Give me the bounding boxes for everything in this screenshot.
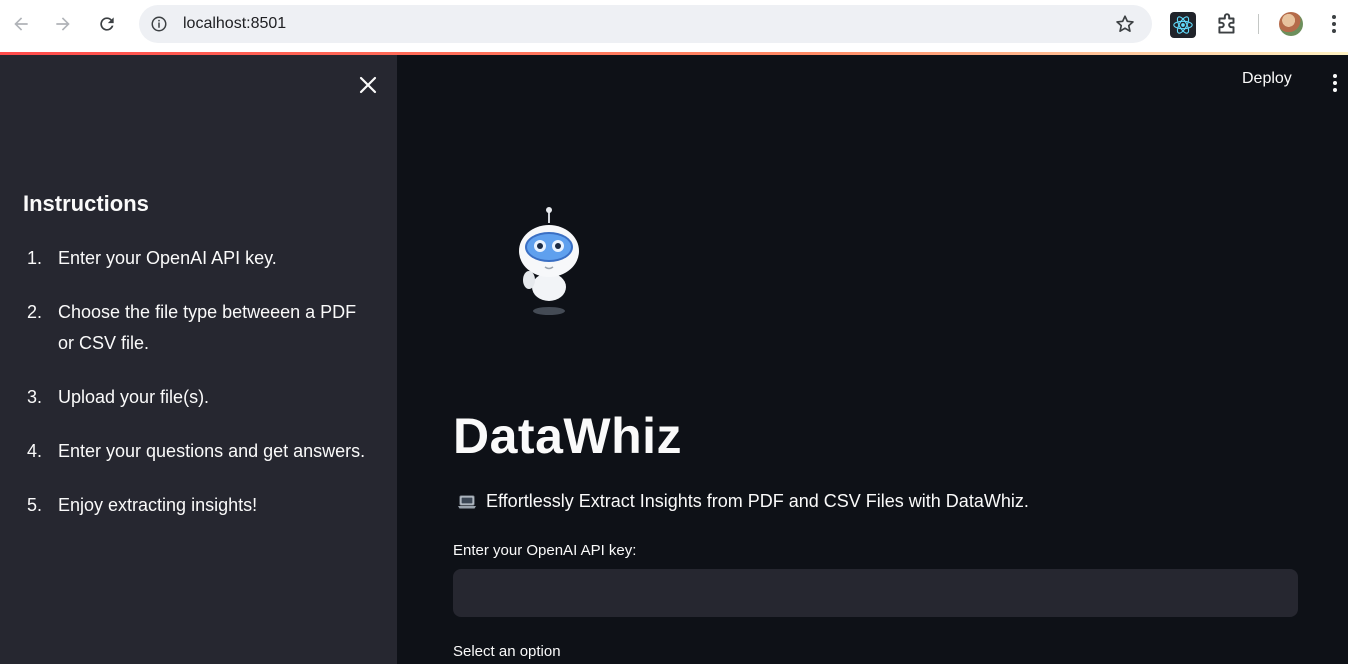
deploy-button[interactable]: Deploy [1242, 70, 1292, 88]
list-item: 5. Enjoy extracting insights! [27, 495, 258, 515]
avatar[interactable] [1279, 12, 1303, 36]
robot-logo [519, 207, 579, 315]
list-item: 4. Enter your questions and get answers. [27, 441, 366, 461]
api-key-input[interactable] [453, 569, 1298, 617]
browser-toolbar: localhost:8501 [0, 0, 1348, 52]
reload-icon[interactable] [93, 10, 121, 38]
list-item: 3. Upload your file(s). [27, 387, 210, 407]
kebab-menu-icon[interactable] [1325, 71, 1345, 95]
site-info-icon[interactable] [149, 14, 169, 34]
subtitle-text: Effortlessly Extract Insights from PDF a… [486, 491, 1029, 511]
back-arrow-icon[interactable] [7, 10, 35, 38]
toolbar-divider [1258, 14, 1259, 34]
laptop-icon [458, 495, 476, 508]
star-icon[interactable] [1114, 13, 1136, 35]
list-item: 1. Enter your OpenAI API key. [27, 248, 277, 268]
sidebar-title: Instructions [23, 191, 149, 216]
puzzle-icon[interactable] [1214, 12, 1240, 38]
sidebar: Instructions 1. Enter your OpenAI API key… [0, 55, 397, 664]
select-option-label: Select an option [453, 643, 561, 660]
forward-arrow-icon[interactable] [49, 10, 77, 38]
kebab-menu-icon[interactable] [1324, 12, 1344, 36]
page-title: DataWhiz [453, 408, 682, 464]
url-text[interactable]: localhost:8501 [183, 15, 286, 33]
react-icon[interactable] [1170, 12, 1196, 38]
api-key-label: Enter your OpenAI API key: [453, 542, 637, 559]
page-subtitle: Effortlessly Extract Insights from PDF a… [457, 491, 1029, 512]
list-item: 2. Choose the file type betweeen a PDF or… [27, 302, 357, 353]
close-icon[interactable] [356, 73, 380, 97]
instructions-list: 1. Enter your OpenAI API key. 2. Choose th… [23, 243, 373, 544]
main-content: Deploy DataWhiz Effortlessly Extract Ins… [397, 55, 1348, 664]
address-bar[interactable]: localhost:8501 [139, 5, 1152, 43]
